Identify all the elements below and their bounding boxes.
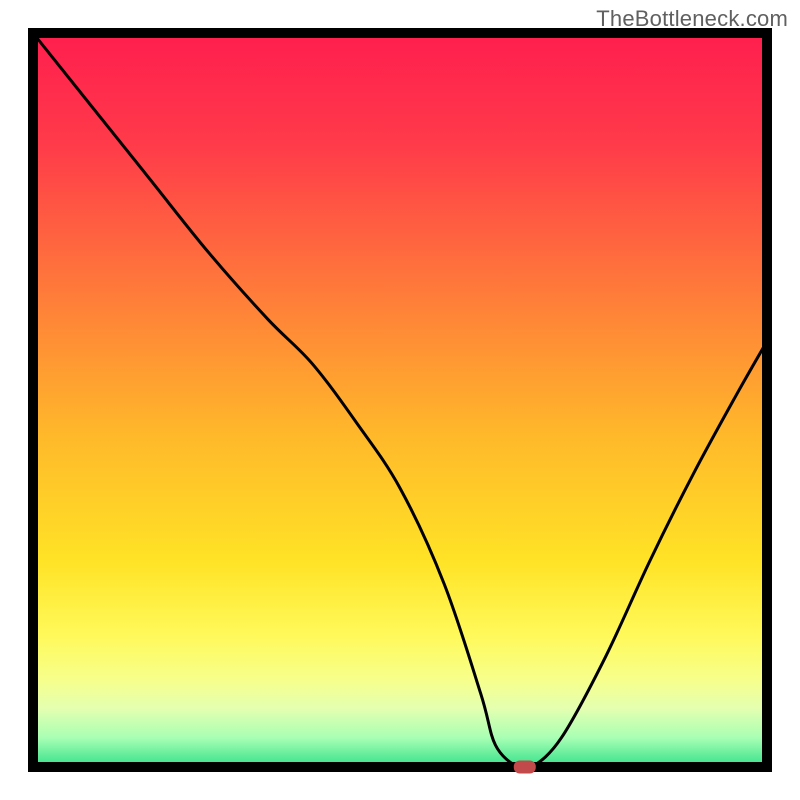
- chart-frame: TheBottleneck.com: [0, 0, 800, 800]
- optimal-marker: [514, 761, 536, 774]
- watermark-text: TheBottleneck.com: [596, 6, 788, 32]
- plot-background: [33, 33, 767, 767]
- bottleneck-chart: [0, 0, 800, 800]
